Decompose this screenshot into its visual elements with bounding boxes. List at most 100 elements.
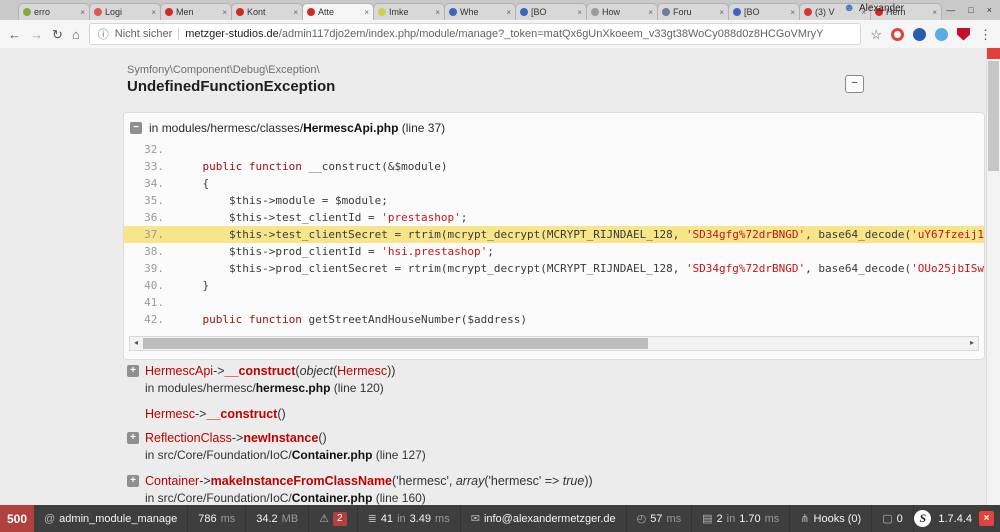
warning-count-badge: 2 [333,512,347,526]
tab-title: [BO [531,7,574,17]
browser-tab[interactable]: erro× [18,3,90,20]
toolbar-item[interactable]: ≣41 in 3.49 ms [358,505,461,532]
reload-icon[interactable]: ↻ [52,28,63,41]
trace-signature: Hermesc->__construct() [127,407,970,421]
tab-close-icon[interactable]: × [577,8,582,17]
source-card: − in modules/hermesc/classes/HermescApi.… [123,112,985,360]
security-label: Nicht sicher [115,28,172,40]
toolbar-close-icon[interactable]: × [979,511,994,526]
vertical-scrollbar[interactable] [986,48,1000,505]
toolbar-item[interactable]: ▢0 [872,505,914,532]
exception-namespace: Symfony\Component\Debug\Exception\ [127,64,335,76]
browser-tab[interactable]: Foru× [657,3,729,20]
toolbar-item-text: 1.70 [739,513,760,525]
stack-trace-item: +Container->makeInstanceFromClassName('h… [127,474,970,505]
tab-close-icon[interactable]: × [648,8,653,17]
code-line: 35. $this->module = $module; [124,192,984,209]
code-line: 39. $this->prod_clientSecret = rtrim(mcr… [124,260,984,277]
address-bar[interactable]: ⓘ Nicht sicher metzger-studios.de/admin1… [89,23,862,45]
adblock-extension-icon[interactable] [957,28,970,41]
toolbar-item-text: in [727,513,736,525]
code-line: 38. $this->prod_clientId = 'hsi.prestash… [124,243,984,260]
horizontal-scrollbar-thumb[interactable] [143,338,648,349]
line-number: 37. [124,226,176,243]
browser-tab[interactable]: Kont× [231,3,303,20]
forward-icon[interactable]: → [30,28,43,41]
toolbar-item[interactable]: @admin_module_manage [34,505,188,532]
twitter-extension-icon[interactable] [935,28,948,41]
profile-chip[interactable]: ☻ Alexander [843,3,904,14]
browser-tab[interactable]: Imke× [373,3,445,20]
at-icon: @ [44,513,55,525]
extension-icon-ring[interactable] [891,28,904,41]
http-status-badge[interactable]: 500 [0,505,34,532]
tab-close-icon[interactable]: × [151,8,156,17]
tab-close-icon[interactable]: × [932,8,937,17]
back-icon[interactable]: ← [8,28,21,41]
layers-icon: ≣ [368,512,377,525]
extension-icon-blue[interactable] [913,28,926,41]
toolbar-item-text: 3.49 [410,513,431,525]
toolbar-item[interactable]: ⋔Hooks (0) [790,505,872,532]
collapse-source-icon[interactable]: − [130,122,142,134]
close-button[interactable]: × [987,6,992,15]
clock-icon: ◴ [637,512,647,525]
browser-tab[interactable]: Logi× [89,3,161,20]
collapse-all-button[interactable]: − [845,75,864,93]
tab-title: Imke [389,7,432,17]
tab-close-icon[interactable]: × [506,8,511,17]
browser-tab[interactable]: Atte× [302,3,374,20]
scroll-right-icon[interactable]: ▸ [966,337,978,350]
toolbar-item[interactable]: 786 ms [188,505,246,532]
tab-favicon [804,8,812,16]
expand-trace-icon[interactable]: + [127,475,139,487]
code-text: $this->test_clientId = 'prestashop'; [176,209,984,226]
tab-close-icon[interactable]: × [364,8,369,17]
browser-tab[interactable]: [BO× [515,3,587,20]
browser-menu-icon[interactable]: ⋮ [979,28,992,41]
tab-title: erro [34,7,77,17]
trace-signature: +HermescApi->__construct(object(Hermesc)… [127,364,970,378]
tab-close-icon[interactable]: × [80,8,85,17]
browser-tab[interactable]: [BO× [728,3,800,20]
code-text: $this->prod_clientSecret = rtrim(mcrypt_… [176,260,984,277]
toolbar-item[interactable]: ◴57 ms [627,505,693,532]
browser-tab[interactable]: Whe× [444,3,516,20]
home-icon[interactable]: ⌂ [72,28,80,41]
toolbar-item-text: ms [765,513,780,525]
tab-close-icon[interactable]: × [435,8,440,17]
profile-icon: ☻ [843,3,855,14]
tab-favicon [520,8,528,16]
site-info-icon[interactable]: ⓘ [98,26,109,42]
maximize-button[interactable]: □ [968,6,973,15]
tab-close-icon[interactable]: × [790,8,795,17]
expand-trace-icon[interactable]: + [127,432,139,444]
toolbar-item[interactable]: ✉info@alexandermetzger.de [461,505,627,532]
browser-tab[interactable]: Men× [160,3,232,20]
vertical-scrollbar-thumb[interactable] [988,61,999,171]
browser-tab[interactable]: How× [586,3,658,20]
code-excerpt: 32.33. public function __construct(&$mod… [124,141,984,328]
tab-close-icon[interactable]: × [719,8,724,17]
exception-title: UndefinedFunctionException [127,78,335,95]
tab-title: [BO [744,7,787,17]
toolbar-item[interactable]: 34.2 MB [246,505,309,532]
code-text: public function getStreetAndHouseNumber(… [176,311,984,328]
grid-icon: ▤ [702,512,712,525]
toolbar-item[interactable]: ⚠2 [309,505,357,532]
code-line: 37. $this->test_clientSecret = rtrim(mcr… [124,226,984,243]
version-label: 1.7.4.4 [938,513,972,525]
trace-signature: +ReflectionClass->newInstance() [127,431,970,445]
horizontal-scrollbar[interactable]: ◂ ▸ [129,336,979,351]
tab-title: Whe [460,7,503,17]
tab-close-icon[interactable]: × [293,8,298,17]
trace-location: in src/Core/Foundation/IoC/Container.php… [145,491,970,505]
scroll-left-icon[interactable]: ◂ [130,337,142,350]
toolbar-item[interactable]: ▤2 in 1.70 ms [692,505,790,532]
tab-close-icon[interactable]: × [222,8,227,17]
stack-trace-list: +HermescApi->__construct(object(Hermesc)… [127,364,970,505]
expand-trace-icon[interactable]: + [127,365,139,377]
bookmark-star-icon[interactable]: ☆ [870,28,882,41]
minimize-button[interactable]: — [946,6,955,15]
toolbar-item-text: 0 [897,513,903,525]
